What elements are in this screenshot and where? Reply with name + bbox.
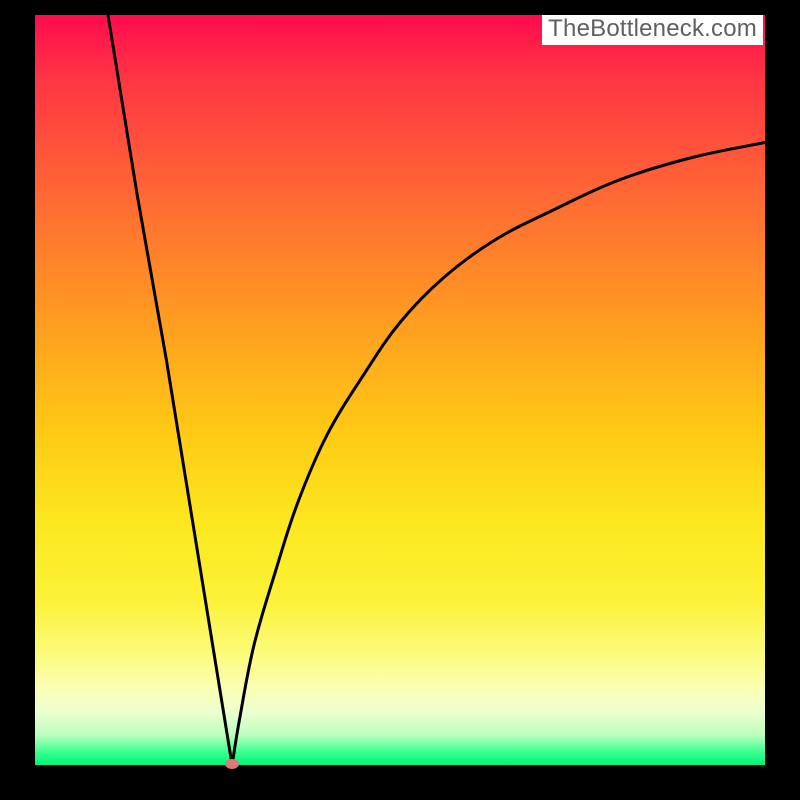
plot-area: TheBottleneck.com: [35, 15, 765, 765]
chart-stage: TheBottleneck.com: [0, 0, 800, 800]
curve-path: [108, 15, 765, 765]
bottleneck-curve: [35, 15, 765, 765]
minimum-marker: [225, 759, 239, 769]
